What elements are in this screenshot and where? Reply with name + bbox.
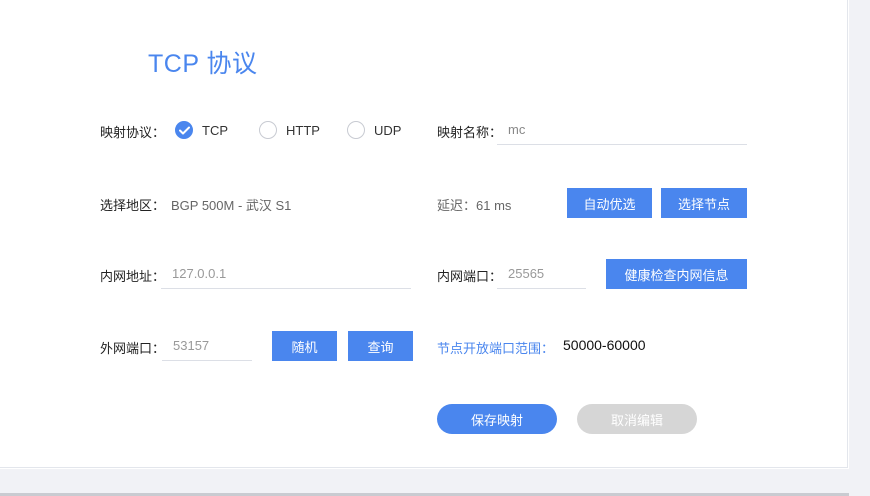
radio-tcp[interactable]: TCP (175, 121, 228, 139)
mapping-name-label: 映射名称： (437, 125, 503, 140)
radio-http-label: HTTP (286, 122, 320, 138)
select-node-button[interactable]: 选择节点 (661, 188, 747, 218)
random-port-button[interactable]: 随机 (272, 331, 337, 361)
region-label: 选择地区： (100, 198, 166, 213)
remote-port-input[interactable] (162, 331, 252, 361)
radio-checked-icon (175, 121, 193, 139)
form-card (0, 0, 848, 468)
page-background-right (849, 0, 870, 496)
remote-port-label: 外网端口： (100, 341, 166, 356)
region-value: BGP 500M - 武汉 S1 (171, 198, 292, 213)
port-range-value: 50000-60000 (563, 337, 646, 353)
radio-unchecked-icon (347, 121, 365, 139)
cancel-edit-button[interactable]: 取消编辑 (577, 404, 697, 434)
radio-tcp-label: TCP (202, 122, 228, 138)
port-range-label: 节点开放端口范围： (437, 341, 555, 356)
protocol-label: 映射协议： (100, 125, 166, 140)
radio-unchecked-icon (259, 121, 277, 139)
radio-http[interactable]: HTTP (259, 121, 320, 139)
auto-select-button[interactable]: 自动优选 (567, 188, 652, 218)
radio-udp-label: UDP (374, 122, 402, 138)
radio-udp[interactable]: UDP (347, 121, 401, 139)
local-address-input[interactable] (161, 259, 411, 289)
page-background-bottom (0, 469, 849, 496)
local-port-input[interactable] (497, 259, 586, 289)
latency-text: 延迟：61 ms (437, 198, 512, 213)
health-check-button[interactable]: 健康检查内网信息 (606, 259, 747, 289)
local-port-label: 内网端口： (437, 269, 503, 284)
mapping-name-input[interactable] (497, 115, 747, 145)
save-mapping-button[interactable]: 保存映射 (437, 404, 557, 434)
page-title: TCP 协议 (148, 50, 258, 78)
query-port-button[interactable]: 查询 (348, 331, 413, 361)
local-address-label: 内网地址： (100, 269, 166, 284)
